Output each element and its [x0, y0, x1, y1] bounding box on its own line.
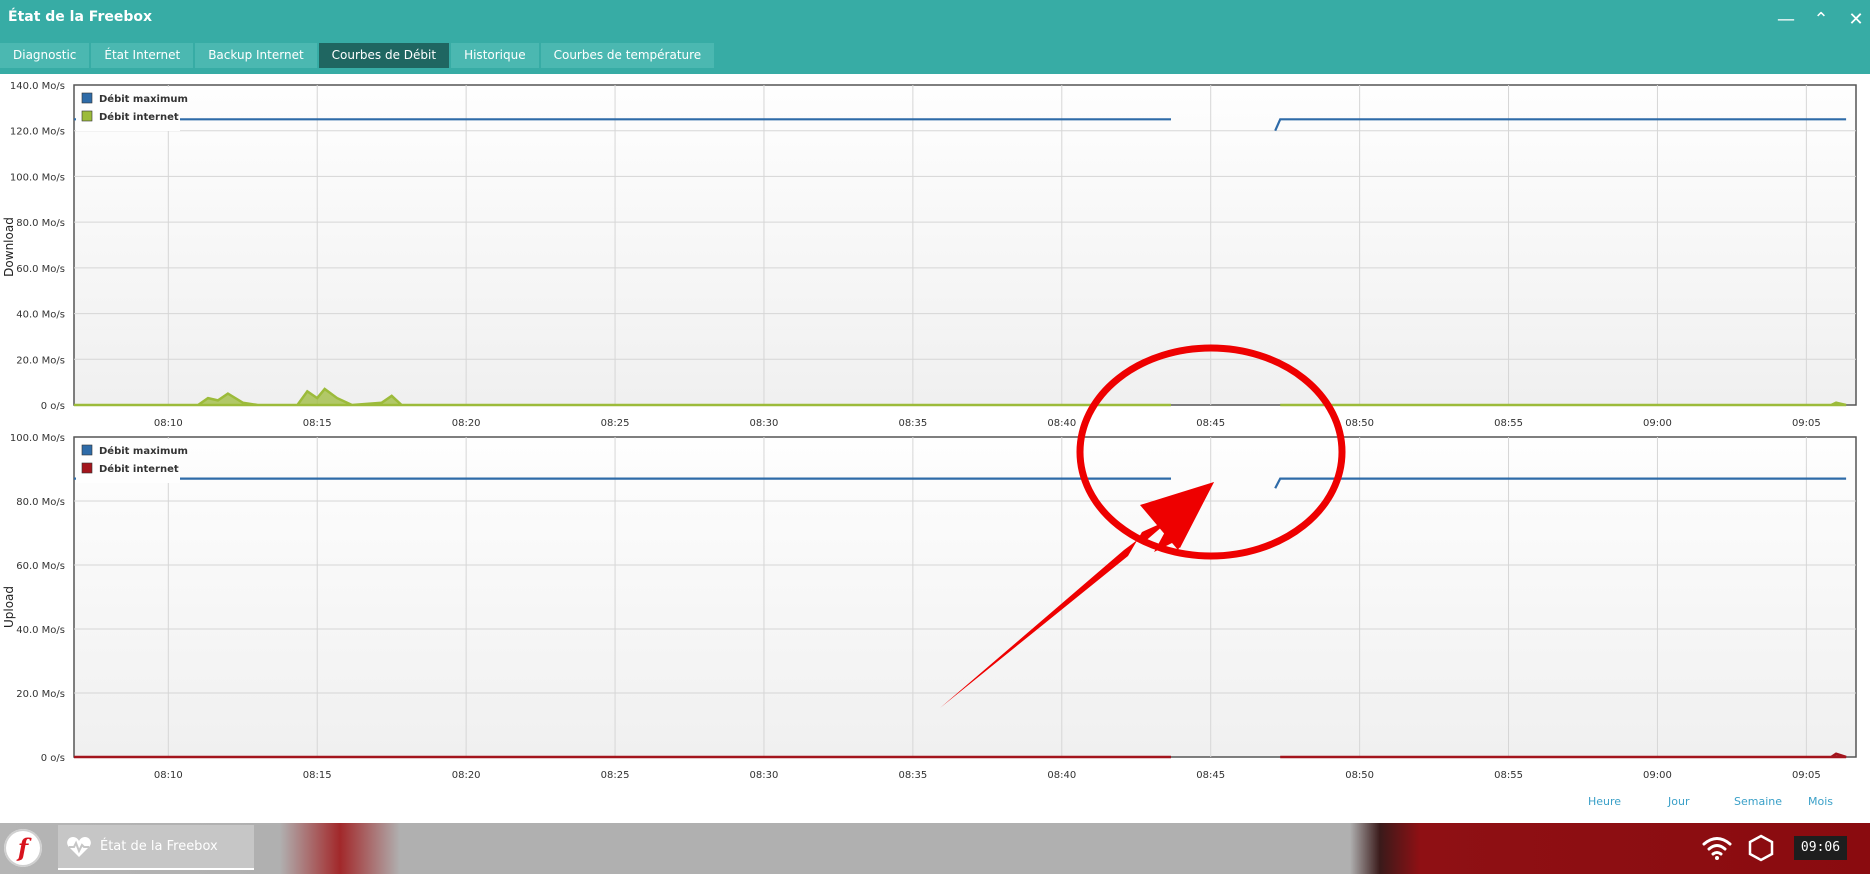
x-tick-label: 08:45: [1196, 770, 1225, 781]
legend-swatch: [81, 462, 93, 474]
x-tick-label: 08:15: [303, 770, 332, 781]
x-tick-label: 09:00: [1643, 770, 1672, 781]
y-tick-label: 60.0 Mo/s: [16, 561, 65, 572]
x-tick-label: 08:45: [1196, 418, 1225, 429]
plot-area: [73, 84, 1857, 406]
y-tick-label: 0 o/s: [41, 401, 65, 412]
x-tick-label: 08:35: [898, 418, 927, 429]
x-tick-label: 08:10: [154, 770, 183, 781]
taskbar-app-item[interactable]: État de la Freebox: [58, 825, 254, 870]
tab-courbes-de-temperature[interactable]: Courbes de température: [540, 43, 715, 68]
x-tick-label: 08:20: [452, 770, 481, 781]
legend-swatch: [81, 444, 93, 456]
main-content: 0 o/s 20.0 Mo/s 40.0 Mo/s 60.0 Mo/s 80.0 Mo/…: [0, 74, 1870, 823]
x-tick-label: 08:25: [601, 418, 630, 429]
range-day-link[interactable]: Jour: [1668, 795, 1689, 808]
tab-courbes-de-debit[interactable]: Courbes de Débit: [318, 43, 450, 68]
x-tick-label: 09:00: [1643, 418, 1672, 429]
heart-pulse-icon: [67, 837, 91, 857]
x-tick-label: 08:35: [898, 770, 927, 781]
minimize-button[interactable]: —: [1775, 8, 1797, 32]
chart-legend: Débit maximum Débit internet: [76, 439, 188, 483]
y-tick-label: 140.0 Mo/s: [10, 81, 65, 92]
close-button[interactable]: ✕: [1845, 8, 1867, 32]
window-title: État de la Freebox: [8, 9, 153, 25]
x-tick-label: 08:50: [1345, 418, 1374, 429]
taskbar-app-label: État de la Freebox: [100, 839, 218, 854]
y-tick-label: 0 o/s: [41, 753, 65, 764]
chart-panel-download: 0 o/s 20.0 Mo/s 40.0 Mo/s 60.0 Mo/s 80.0 Mo/…: [2, 81, 1857, 429]
start-button[interactable]: f: [4, 829, 42, 867]
x-tick-label: 08:40: [1047, 418, 1076, 429]
range-week-link[interactable]: Semaine: [1734, 795, 1782, 808]
x-tick-label: 08:15: [303, 418, 332, 429]
x-tick-label: 09:05: [1792, 770, 1821, 781]
y-tick-label: 20.0 Mo/s: [16, 689, 65, 700]
taskbar: f État de la Freebox 09:06: [0, 823, 1870, 874]
legend-swatch: [81, 92, 93, 104]
y-tick-label: 80.0 Mo/s: [16, 497, 65, 508]
legend-label: Débit maximum: [99, 445, 188, 457]
close-icon: ✕: [1848, 9, 1864, 30]
range-month-link[interactable]: Mois: [1808, 795, 1833, 808]
plot-area: [73, 436, 1857, 758]
y-tick-label: 100.0 Mo/s: [10, 433, 65, 444]
legend-label: Débit internet: [99, 111, 179, 123]
y-tick-label: 100.0 Mo/s: [10, 172, 65, 183]
y-axis-title: Download: [2, 217, 16, 277]
tab-etat-internet[interactable]: État Internet: [91, 43, 194, 68]
tab-historique[interactable]: Historique: [451, 43, 539, 68]
wifi-icon[interactable]: [1702, 835, 1732, 861]
taskbar-clock: 09:06: [1794, 836, 1847, 860]
x-tick-label: 08:10: [154, 418, 183, 429]
chart-legend: Débit maximum Débit internet: [76, 87, 188, 131]
y-axis-title: Upload: [2, 586, 16, 628]
x-tick-label: 08:40: [1047, 770, 1076, 781]
y-tick-label: 40.0 Mo/s: [16, 310, 65, 321]
hexagon-icon[interactable]: [1746, 833, 1776, 863]
restore-icon: ⌃: [1813, 9, 1829, 30]
freebox-logo-icon: f: [17, 833, 29, 862]
y-tick-label: 20.0 Mo/s: [16, 355, 65, 366]
tab-bar: Diagnostic État Internet Backup Internet…: [0, 43, 715, 68]
y-tick-label: 120.0 Mo/s: [10, 127, 65, 138]
y-tick-label: 80.0 Mo/s: [16, 218, 65, 229]
chart-panel-upload: 0 o/s 20.0 Mo/s 40.0 Mo/s 60.0 Mo/s 80.0 Mo/…: [2, 433, 1857, 781]
x-tick-label: 08:55: [1494, 418, 1523, 429]
x-tick-label: 08:25: [601, 770, 630, 781]
tab-diagnostic[interactable]: Diagnostic: [0, 43, 90, 68]
y-tick-label: 60.0 Mo/s: [16, 264, 65, 275]
legend-label: Débit internet: [99, 463, 179, 475]
minimize-icon: —: [1777, 9, 1795, 30]
title-bar: État de la Freebox — ⌃ ✕ Diagnostic État…: [0, 0, 1870, 74]
x-tick-label: 08:30: [750, 418, 779, 429]
x-tick-label: 08:55: [1494, 770, 1523, 781]
charts-area: 0 o/s 20.0 Mo/s 40.0 Mo/s 60.0 Mo/s 80.0 Mo/…: [2, 81, 1857, 781]
range-hour-link[interactable]: Heure: [1588, 795, 1621, 808]
restore-button[interactable]: ⌃: [1810, 8, 1832, 32]
x-tick-label: 08:30: [750, 770, 779, 781]
tab-backup-internet[interactable]: Backup Internet: [195, 43, 317, 68]
legend-swatch: [81, 110, 93, 122]
legend-label: Débit maximum: [99, 93, 188, 105]
x-tick-label: 09:05: [1792, 418, 1821, 429]
x-tick-label: 08:20: [452, 418, 481, 429]
x-tick-label: 08:50: [1345, 770, 1374, 781]
y-tick-label: 40.0 Mo/s: [16, 625, 65, 636]
